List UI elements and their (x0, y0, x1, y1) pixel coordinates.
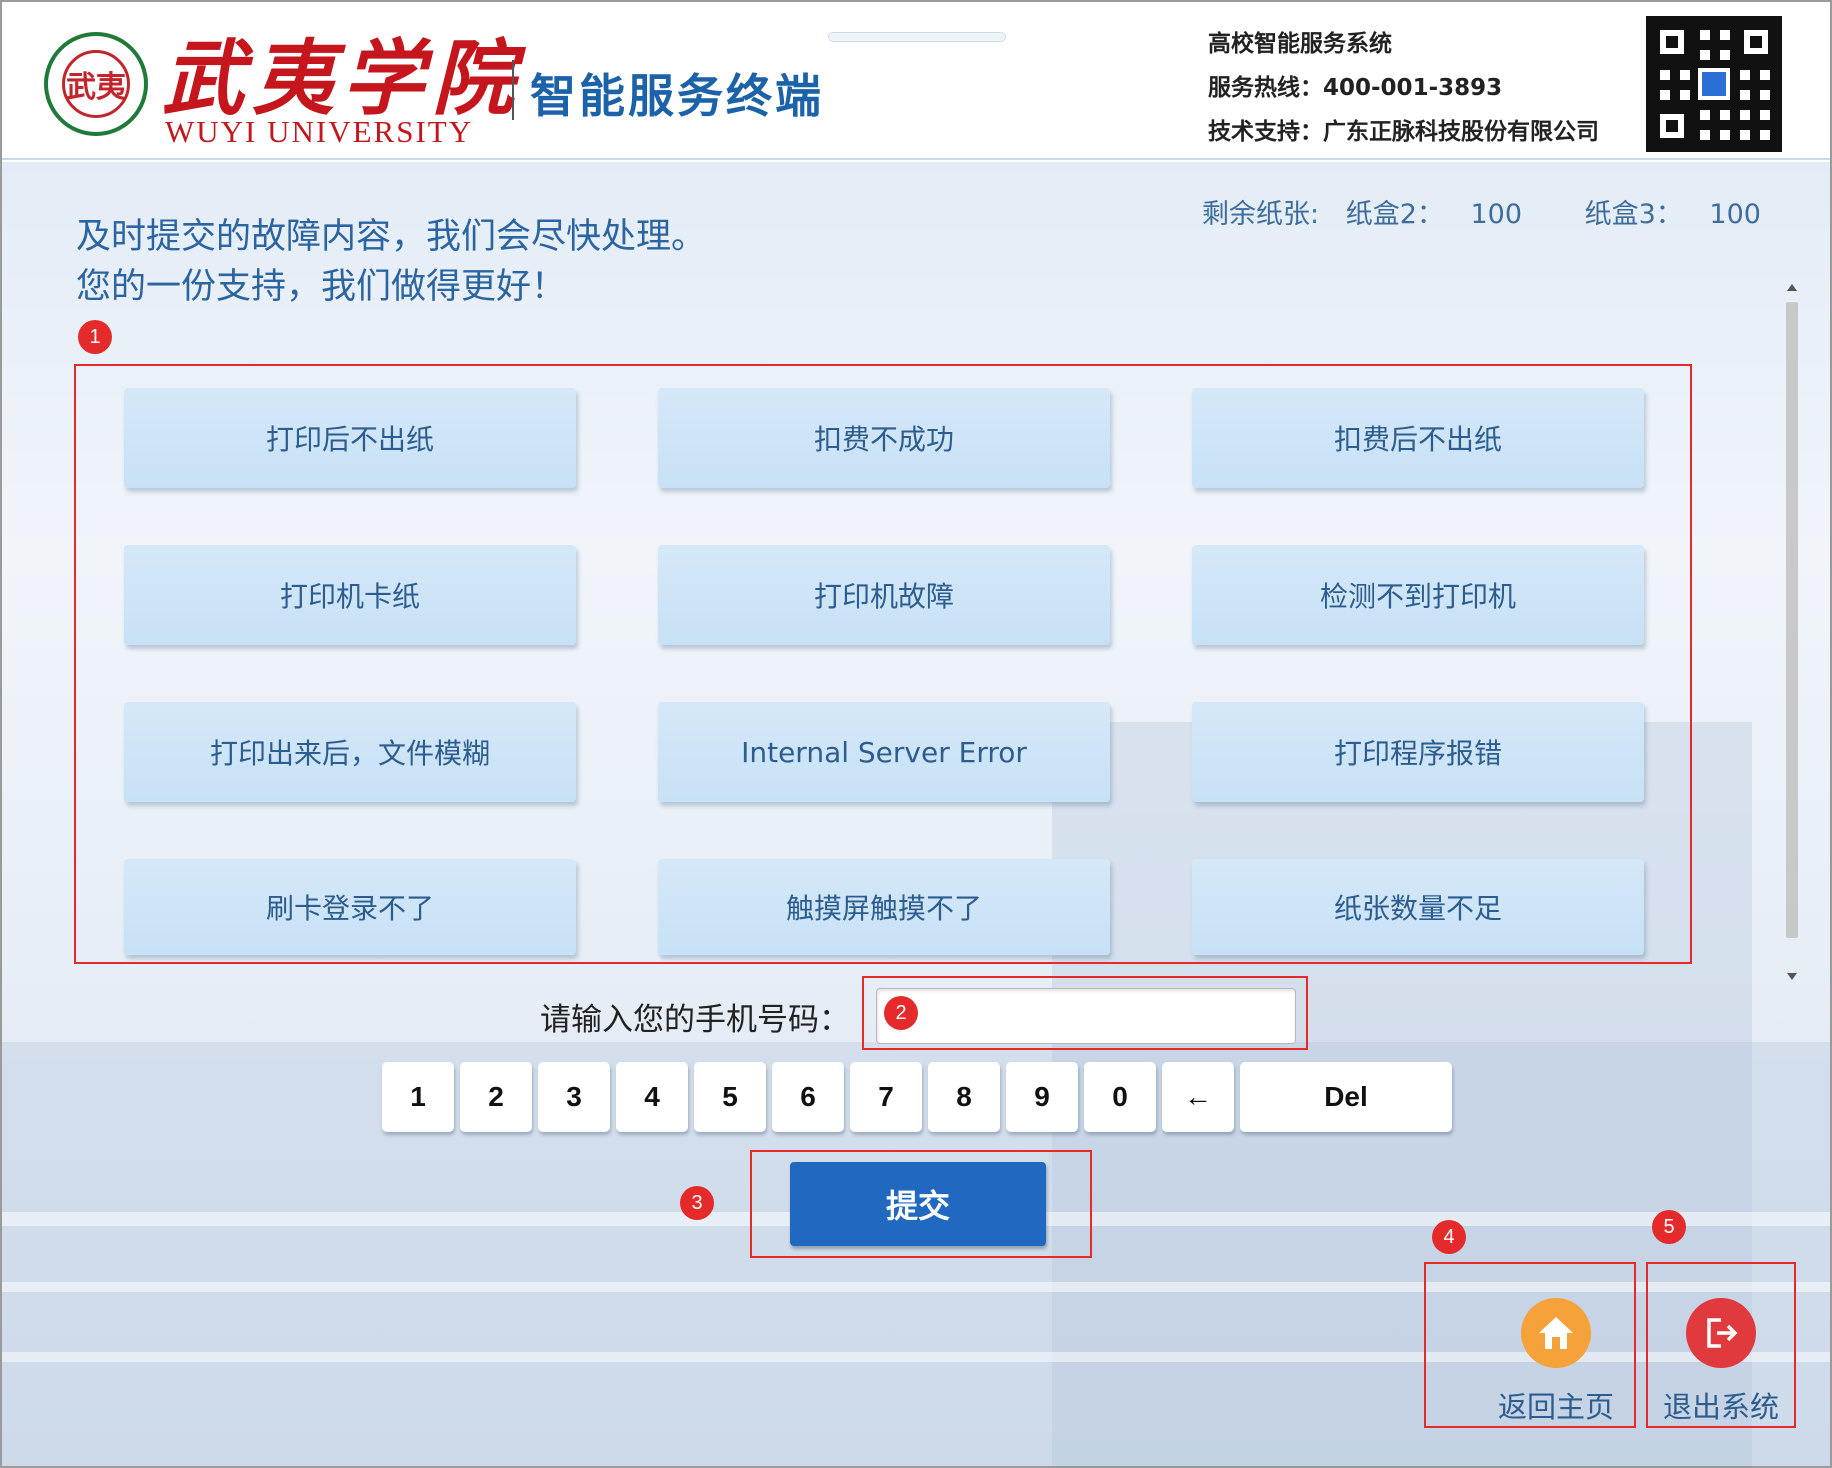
fault-option[interactable]: 打印程序报错 (1192, 702, 1644, 802)
intro-line-1: 及时提交的故障内容，我们会尽快处理。 (76, 217, 707, 257)
fault-option[interactable]: 检测不到打印机 (1192, 545, 1644, 645)
tray3-label: 纸盒3： (1584, 199, 1683, 230)
system-name: 高校智能服务系统 (1208, 31, 1392, 57)
key-6[interactable]: 6 (772, 1062, 844, 1132)
top-handle (828, 32, 1006, 42)
tray2-value: 100 (1470, 199, 1523, 230)
home-icon[interactable] (1521, 1298, 1591, 1368)
key-2[interactable]: 2 (460, 1062, 532, 1132)
key-9[interactable]: 9 (1006, 1062, 1078, 1132)
paper-status-label: 剩余纸张: (1202, 199, 1320, 230)
marker-5: 5 (1652, 1210, 1686, 1244)
marker-3: 3 (680, 1186, 714, 1220)
paper-status: 剩余纸张: 纸盒2： 100 纸盒3： 100 (1202, 192, 1779, 231)
tray3-value: 100 (1709, 199, 1761, 230)
key-8[interactable]: 8 (928, 1062, 1000, 1132)
key-1[interactable]: 1 (382, 1062, 454, 1132)
marker-4: 4 (1432, 1220, 1466, 1254)
intro-text: 及时提交的故障内容，我们会尽快处理。 您的一份支持，我们做得更好！ (76, 212, 706, 312)
scrollbar[interactable] (1784, 282, 1800, 982)
phone-label: 请输入您的手机号码： (540, 1002, 850, 1038)
fault-option[interactable]: 打印出来后，文件模糊 (124, 702, 576, 802)
fault-option[interactable]: 打印机卡纸 (124, 545, 576, 645)
submit-button[interactable]: 提交 (790, 1162, 1046, 1246)
main-area: 剩余纸张: 纸盒2： 100 纸盒3： 100 及时提交的故障内容，我们会尽快处… (2, 162, 1830, 1466)
key-4[interactable]: 4 (616, 1062, 688, 1132)
delete-key[interactable]: Del (1240, 1062, 1452, 1132)
tech-support: 技术支持：广东正脉科技股份有限公司 (1208, 119, 1599, 145)
service-info: 高校智能服务系统 服务热线：400-001-3893 技术支持：广东正脉科技股份… (1208, 22, 1628, 154)
marker-1: 1 (78, 320, 112, 354)
qr-finder-top-left (1652, 22, 1692, 62)
terminal-title: 智能服务终端 (530, 69, 824, 123)
logo-divider (512, 60, 514, 120)
qr-finder-bottom-left (1652, 106, 1692, 146)
fault-option[interactable]: Internal Server Error (658, 702, 1110, 802)
fault-option[interactable]: 纸张数量不足 (1192, 859, 1644, 955)
backspace-key[interactable]: ← (1162, 1062, 1234, 1132)
fault-options-grid: 打印后不出纸 扣费不成功 扣费后不出纸 打印机卡纸 打印机故障 检测不到打印机 … (124, 388, 1654, 988)
fault-option[interactable]: 打印后不出纸 (124, 388, 576, 488)
header: 武夷 武夷学院 WUYI UNIVERSITY 智能服务终端 高校智能服务系统 … (2, 2, 1830, 160)
fault-option[interactable]: 扣费不成功 (658, 388, 1110, 488)
fault-option[interactable]: 打印机故障 (658, 545, 1110, 645)
seal-center: 武夷 (62, 50, 130, 118)
phone-input-highlight (862, 976, 1308, 1050)
key-3[interactable]: 3 (538, 1062, 610, 1132)
fault-option[interactable]: 触摸屏触摸不了 (658, 859, 1110, 955)
scroll-up-icon[interactable] (1787, 284, 1797, 291)
key-0[interactable]: 0 (1084, 1062, 1156, 1132)
university-name-en: WUYI UNIVERSITY (165, 114, 474, 149)
qr-code (1646, 16, 1782, 152)
tray2-label: 纸盒2： (1345, 199, 1444, 230)
hotline: 服务热线：400-001-3893 (1208, 75, 1503, 101)
scroll-down-icon[interactable] (1787, 973, 1797, 980)
key-7[interactable]: 7 (850, 1062, 922, 1132)
intro-line-2: 您的一份支持，我们做得更好！ (76, 267, 567, 307)
qr-finder-top-right (1736, 22, 1776, 62)
fault-option[interactable]: 扣费后不出纸 (1192, 388, 1644, 488)
key-5[interactable]: 5 (694, 1062, 766, 1132)
exit-button[interactable]: 退出系统 (1641, 1298, 1801, 1438)
university-name-cn: 武夷学院 (162, 31, 522, 127)
university-seal-logo: 武夷 (44, 32, 148, 136)
exit-label: 退出系统 (1662, 1390, 1779, 1424)
home-label: 返回主页 (1497, 1390, 1614, 1424)
exit-icon[interactable] (1686, 1298, 1756, 1368)
scroll-thumb[interactable] (1786, 302, 1798, 938)
home-button[interactable]: 返回主页 (1476, 1298, 1636, 1438)
qr-center-logo (1698, 68, 1730, 100)
fault-option[interactable]: 刷卡登录不了 (124, 859, 576, 955)
